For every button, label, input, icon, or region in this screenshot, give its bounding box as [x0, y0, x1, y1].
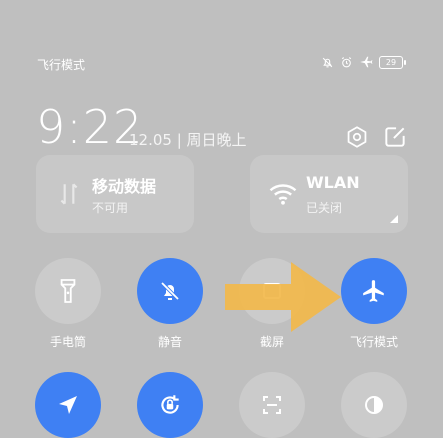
silent-toggle[interactable]: [137, 258, 203, 324]
scan-icon: [263, 396, 281, 414]
airplane-mode-toggle[interactable]: [341, 258, 407, 324]
airplane-mode-label: 飞行模式: [349, 335, 398, 349]
battery-icon: 29: [379, 55, 406, 69]
edit-icon: [385, 127, 405, 147]
mobile-data-icon: [60, 183, 78, 205]
flashlight-icon: [60, 279, 76, 303]
expand-corner-icon[interactable]: [390, 215, 398, 223]
flashlight-label: 手电筒: [49, 335, 86, 349]
wlan-tile[interactable]: WLAN 已关闭: [250, 155, 408, 233]
wlan-title: WLAN: [306, 173, 360, 192]
clock: 9:22: [36, 100, 144, 154]
status-icons: 29: [321, 55, 406, 69]
rotation-lock-toggle[interactable]: [137, 372, 203, 438]
airplane-icon: [360, 56, 373, 68]
location-icon: [59, 396, 77, 414]
arrow-annotation: [225, 262, 341, 332]
wlan-status: 已关闭: [306, 201, 343, 215]
gear-icon: [347, 126, 367, 148]
mobile-data-tile[interactable]: 移动数据 不可用: [36, 155, 194, 233]
flashlight-toggle[interactable]: [35, 258, 101, 324]
airplane-mode-status-label: 飞行模式: [37, 58, 86, 72]
dark-mode-toggle[interactable]: [341, 372, 407, 438]
edit-button[interactable]: [382, 124, 408, 150]
date-label: 12.05 | 周日晚上: [129, 131, 247, 149]
scan-toggle[interactable]: [239, 372, 305, 438]
location-toggle[interactable]: [35, 372, 101, 438]
bell-off-icon: [160, 281, 180, 301]
wifi-icon: [269, 184, 297, 205]
dark-mode-icon: [365, 396, 383, 414]
alarm-icon: [341, 56, 352, 67]
mobile-data-status: 不可用: [92, 201, 129, 215]
bell-off-icon: [322, 57, 333, 67]
settings-button[interactable]: [344, 124, 370, 150]
airplane-icon: [363, 280, 384, 302]
screenshot-label: 截屏: [259, 335, 284, 349]
silent-label: 静音: [157, 335, 182, 349]
mobile-data-title: 移动数据: [92, 177, 157, 196]
rotation-lock-icon: [161, 395, 179, 414]
